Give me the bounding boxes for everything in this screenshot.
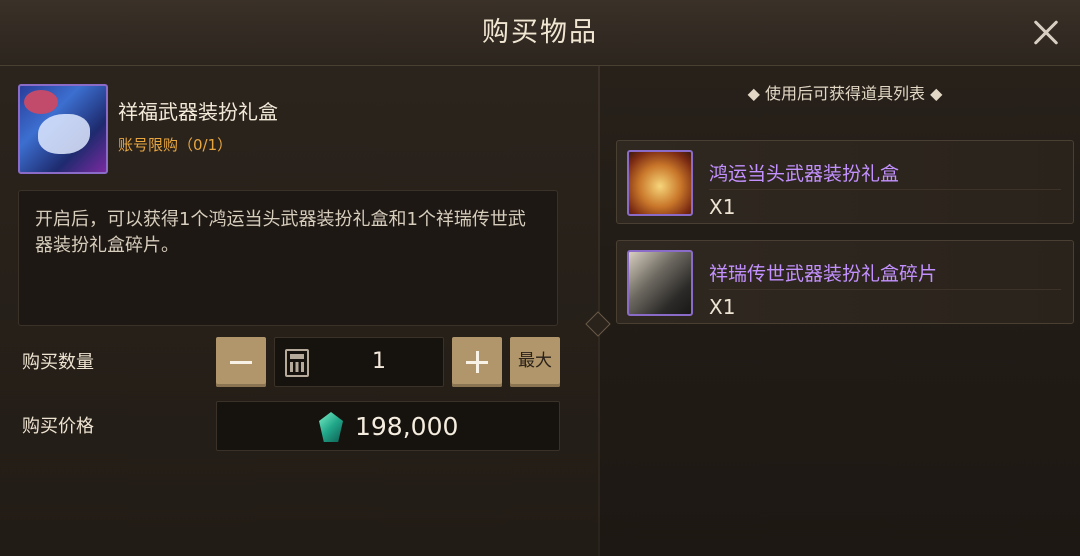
gem-currency-icon xyxy=(319,412,343,442)
purchase-limit: 账号限购（0/1） xyxy=(118,136,233,154)
close-icon[interactable] xyxy=(1026,12,1066,52)
reward-item-quantity: X1 xyxy=(709,195,736,219)
quantity-value: 1 xyxy=(372,349,386,374)
item-description: 开启后，可以获得1个鸿运当头武器装扮礼盒和1个祥瑞传世武器装扮礼盒碎片。 xyxy=(35,209,526,256)
dialog-header: 购买物品 xyxy=(0,0,1080,66)
item-name: 祥福武器装扮礼盒 xyxy=(118,100,278,124)
calculator-icon[interactable] xyxy=(285,349,309,377)
reward-item-icon xyxy=(627,150,693,216)
item-icon xyxy=(18,84,108,174)
price-label: 购买价格 xyxy=(22,416,94,437)
reward-item-icon xyxy=(627,250,693,316)
rewards-title: ◆ 使用后可获得道具列表 ◆ xyxy=(747,84,943,103)
quantity-label: 购买数量 xyxy=(22,352,94,373)
price-value: 198,000 xyxy=(355,412,459,441)
reward-item-name: 鸿运当头武器装扮礼盒 xyxy=(709,163,900,185)
max-quantity-button[interactable]: 最大 xyxy=(510,337,560,387)
increase-quantity-button[interactable] xyxy=(452,337,502,387)
reward-item-quantity: X1 xyxy=(709,295,736,319)
quantity-field[interactable]: 1 xyxy=(274,337,444,387)
decrease-quantity-button[interactable] xyxy=(216,337,266,387)
price-display: 198,000 xyxy=(216,401,560,451)
dialog-title: 购买物品 xyxy=(482,17,598,48)
reward-item[interactable]: 祥瑞传世武器装扮礼盒碎片 X1 xyxy=(616,240,1074,324)
item-description-box: 开启后，可以获得1个鸿运当头武器装扮礼盒和1个祥瑞传世武器装扮礼盒碎片。 xyxy=(18,190,558,326)
purchase-dialog: 购买物品 祥福武器装扮礼盒 账号限购（0/1） 开启后，可以获得1个鸿运当头武器… xyxy=(0,0,1080,556)
reward-item[interactable]: 鸿运当头武器装扮礼盒 X1 xyxy=(616,140,1074,224)
reward-item-name: 祥瑞传世武器装扮礼盒碎片 xyxy=(709,263,938,285)
